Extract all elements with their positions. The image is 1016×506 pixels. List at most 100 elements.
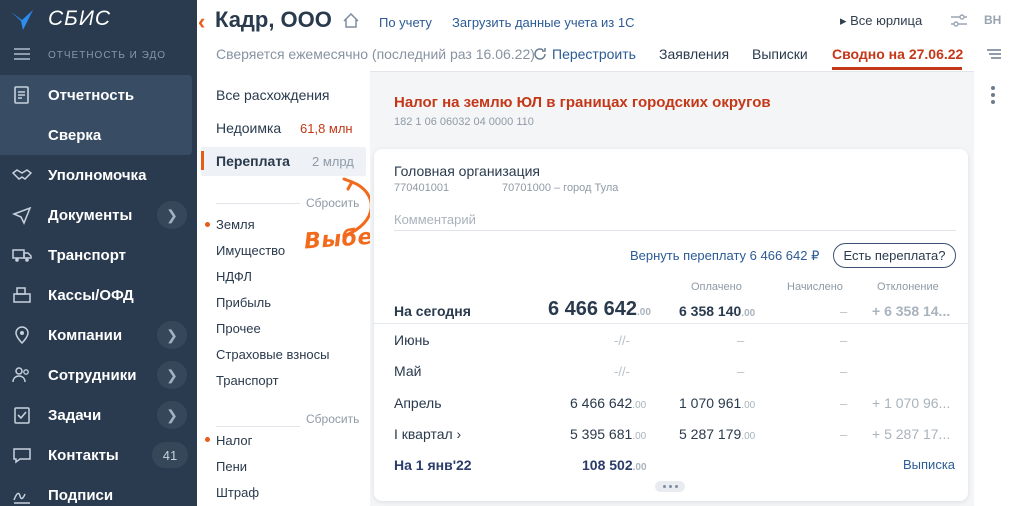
more-vertical-icon[interactable] [991,86,995,107]
filter-all-discrepancies[interactable]: Все расхождения [216,87,330,103]
refresh-icon[interactable] [533,47,547,61]
kopecks: .00 [741,431,756,442]
chevron-right-icon[interactable]: ❯ [157,361,187,389]
nav-item-reconciliation[interactable]: Сверка [0,117,197,153]
nav-item-cash[interactable]: Кассы/ОФД [0,277,197,313]
selected-filter-marker [201,151,204,170]
tab-statements[interactable]: Выписки [752,46,808,62]
rebuild-link[interactable]: Перестроить [552,46,636,62]
june-deviation: – [840,333,848,348]
nav-label: Компании [48,326,123,344]
check-overpayment-button[interactable]: Есть переплата? [833,243,956,268]
may-paid: -//- [614,364,630,379]
kind-filter-penalty[interactable]: Пени [216,459,247,474]
today-paid: 6 358 140.00 [679,303,755,319]
tab-summary[interactable]: Сводно на 27.06.22 [832,46,963,62]
nav-item-contacts[interactable]: Контакты 41 [0,437,197,473]
refund-overpayment-link[interactable]: Вернуть переплату 6 466 642 ₽ [630,248,819,264]
q1-deviation: + 5 287 17... [872,426,951,442]
home-icon[interactable] [343,13,359,28]
nav-label: Транспорт [48,246,127,264]
q1-paid: 5 287 179.00 [679,426,755,442]
chevron-right-icon[interactable]: ❯ [157,321,187,349]
back-arrow-icon[interactable]: ‹ [198,9,205,35]
tax-filter-other[interactable]: Прочее [216,321,261,336]
section-divider [216,426,300,427]
nav-item-transport[interactable]: Транспорт [0,237,197,273]
nav-label: Задачи [48,406,102,424]
kopecks: .00 [741,400,756,411]
reset-kind-filter[interactable]: Сбросить [306,412,359,426]
overpayment-value: 2 млрд [312,154,354,169]
kind-filter-tax[interactable]: Налог [216,433,252,448]
nav-item-employees[interactable]: Сотрудники ❯ [0,357,197,393]
link-load-from-1c[interactable]: Загрузить данные учета из 1С [452,15,635,30]
more-horizontal-icon[interactable] [655,481,685,492]
tax-filter-property[interactable]: Имущество [216,243,285,258]
nav-item-companies[interactable]: Компании ❯ [0,317,197,353]
contacts-count-badge: 41 [152,442,188,468]
jan1-balance-value: 108 502 [582,457,633,473]
comment-underline [394,230,956,231]
nav-label: Подписи [48,486,114,504]
comment-input[interactable]: Комментарий [394,212,476,227]
tax-filter-transport[interactable]: Транспорт [216,373,279,388]
row-today-label: На сегодня [394,303,471,319]
tax-filter-land[interactable]: Земля [216,217,255,232]
nav-label: Сотрудники [48,366,137,384]
q1-paid-value: 5 287 179 [679,426,742,442]
tax-filter-insurance[interactable]: Страховые взносы [216,347,329,362]
chevron-right-icon[interactable]: ❯ [157,201,187,229]
nav-item-authority[interactable]: Уполномочка [0,157,197,193]
overpayment-card [374,149,968,501]
june-accrued: – [737,333,745,348]
filter-overpayment[interactable]: Переплата [216,153,290,169]
statement-link[interactable]: Выписка [903,457,955,472]
col-deviation-header: Отклонение [877,281,939,293]
handshake-icon [11,165,33,185]
may-accrued: – [737,364,745,379]
april-paid-value: 1 070 961 [679,395,742,411]
q1-balance: 5 395 681.00 [570,426,646,442]
send-icon [11,205,32,225]
jan1-balance: 108 502.00 [582,457,647,473]
kind-filter-fine[interactable]: Штраф [216,485,259,500]
filter-sliders-icon[interactable] [950,12,968,30]
sidebar: СБИС ОТЧЕТНОСТЬ И ЭДО Отчетность Сверка … [0,0,197,506]
tax-filter-ndfl[interactable]: НДФЛ [216,269,252,284]
tab-applications[interactable]: Заявления [659,46,729,62]
q1-balance-value: 5 395 681 [570,426,633,442]
row-april-label: Апрель [394,395,442,411]
all-entities-filter[interactable]: ▸ Все юрлица [840,13,922,29]
nav-item-documents[interactable]: Документы ❯ [0,197,197,233]
april-deviation: + 1 070 96... [872,395,951,411]
today-deviation: + 6 358 14... [872,303,951,319]
june-paid: -//- [614,333,630,348]
filter-arrears[interactable]: Недоимка [216,120,281,136]
page-title: Кадр, ООО [215,7,332,32]
sbis-logo-icon [11,10,33,30]
org-kpp: 770401001 [394,182,450,194]
list-menu-icon[interactable] [986,48,1002,62]
april-balance: 6 466 642.00 [570,395,646,411]
april-accrued: – [840,396,848,411]
nav-item-signatures[interactable]: Подписи [0,477,197,506]
nav-item-tasks[interactable]: Задачи ❯ [0,397,197,433]
section-divider [216,203,300,204]
chevron-right-icon[interactable]: ❯ [157,401,187,429]
nav-item-reporting[interactable]: Отчетность [0,77,197,113]
today-accrued: – [840,304,848,319]
col-paid-header: Оплачено [691,281,742,293]
app-root: СБИС ОТЧЕТНОСТЬ И ЭДО Отчетность Сверка … [0,0,1016,506]
today-paid-value: 6 358 140 [679,303,742,319]
avatar[interactable]: ВН [984,13,1001,27]
selected-bullet [205,437,210,442]
april-paid: 1 070 961.00 [679,395,755,411]
link-by-accounting[interactable]: По учету [379,15,432,30]
col-accrued-header: Начислено [787,281,843,293]
row-jan1-label: На 1 янв'22 [394,457,472,473]
tax-filter-profit[interactable]: Прибыль [216,295,271,310]
menu-hamburger-icon[interactable] [14,48,30,60]
row-q1-label[interactable]: I квартал › [394,426,461,442]
chat-icon [12,445,32,465]
